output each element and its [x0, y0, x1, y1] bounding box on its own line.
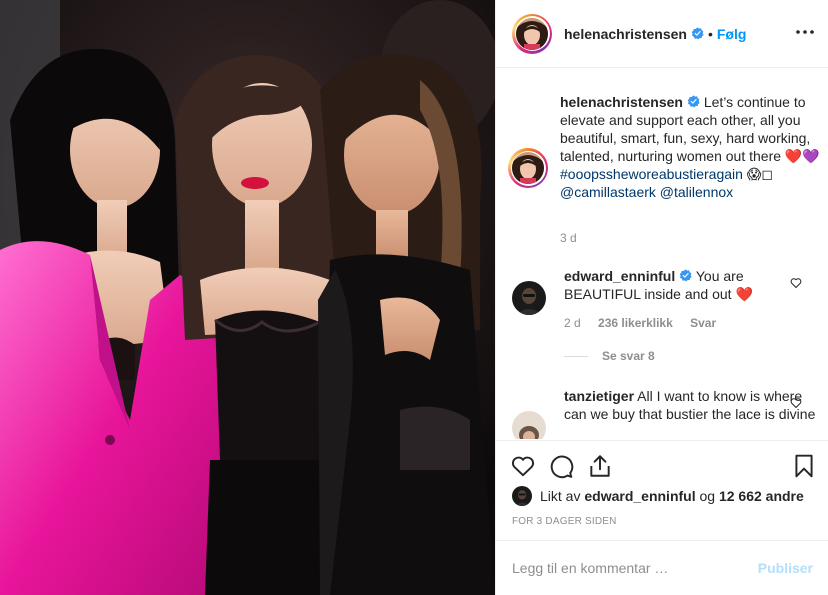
caption-hashtag[interactable]: #ooopssheworeabustieragain: [560, 166, 743, 182]
follow-button[interactable]: Følg: [717, 26, 747, 42]
more-options-icon[interactable]: [795, 22, 815, 42]
comment-text: tanzietiger All I want to know is where …: [564, 387, 819, 423]
save-bookmark-icon[interactable]: [791, 453, 817, 479]
comment-item: tanzietiger All I want to know is where …: [512, 387, 815, 439]
comment-likes[interactable]: 236 likerklikk: [598, 316, 673, 330]
action-bar: [496, 440, 828, 490]
add-comment-bar: Publiser: [496, 540, 828, 595]
comment-item: edward_enninful You are BEAUTIFUL inside…: [512, 267, 812, 367]
likes-user[interactable]: edward_enninful: [584, 488, 695, 504]
comment-like-icon[interactable]: [790, 277, 802, 289]
author-avatar[interactable]: [512, 13, 552, 54]
likes-middle: og: [699, 488, 716, 504]
like-heart-icon[interactable]: [510, 453, 536, 479]
photo-illustration: [0, 0, 495, 595]
comment-bubble-icon[interactable]: [548, 453, 574, 479]
caption-emoji: 😱◻: [746, 166, 774, 182]
caption-mention-talilennox[interactable]: @talilennox: [660, 184, 733, 200]
post-header: helenachristensen • Følg: [496, 0, 828, 68]
caption-text: helenachristensen Let’s continue to elev…: [560, 93, 820, 201]
caption-mention-camillastaerk[interactable]: @camillastaerk: [560, 184, 656, 200]
comment-username[interactable]: edward_enninful: [564, 268, 675, 284]
publish-button[interactable]: Publiser: [758, 560, 813, 576]
liker-avatar[interactable]: [512, 486, 532, 506]
likes-prefix: Likt av: [540, 488, 581, 504]
caption-avatar[interactable]: [508, 148, 548, 188]
comment-meta: 2 d 236 likerklikk Svar: [564, 316, 730, 330]
likes-others[interactable]: 12 662 andre: [719, 488, 804, 504]
header-separator: •: [707, 25, 713, 42]
post-date[interactable]: FOR 3 DAGER SIDEN: [512, 516, 617, 527]
comment-avatar[interactable]: [512, 411, 546, 439]
comment-text: edward_enninful You are BEAUTIFUL inside…: [564, 267, 819, 303]
comment-username[interactable]: tanzietiger: [564, 388, 634, 404]
caption: helenachristensen Let’s continue to elev…: [508, 85, 820, 255]
share-icon[interactable]: [587, 453, 613, 479]
comment-input[interactable]: [512, 560, 758, 576]
verified-badge-icon: [687, 95, 700, 108]
verified-badge-icon: [679, 269, 692, 282]
caption-username[interactable]: helenachristensen: [560, 94, 683, 110]
post-sidebar: helenachristensen • Følg helenachristens…: [495, 0, 828, 595]
likes-summary: Likt av edward_enninful og 12 662 andre: [512, 486, 804, 506]
comment-like-icon[interactable]: [790, 397, 802, 409]
author-username[interactable]: helenachristensen: [564, 26, 687, 42]
caption-age[interactable]: 3 d: [560, 231, 577, 245]
post-photo[interactable]: [0, 0, 495, 595]
reply-button[interactable]: Svar: [690, 316, 716, 330]
view-replies[interactable]: Se svar 8: [564, 349, 655, 363]
instagram-post: helenachristensen • Følg helenachristens…: [0, 0, 828, 595]
comment-age[interactable]: 2 d: [564, 316, 581, 330]
comments-list[interactable]: helenachristensen Let’s continue to elev…: [496, 69, 828, 439]
replies-divider: [564, 355, 588, 357]
caption-meta: 3 d: [560, 231, 591, 245]
view-replies-label[interactable]: Se svar 8: [602, 349, 655, 363]
verified-badge-icon: [691, 27, 704, 40]
comment-avatar[interactable]: [512, 281, 546, 315]
